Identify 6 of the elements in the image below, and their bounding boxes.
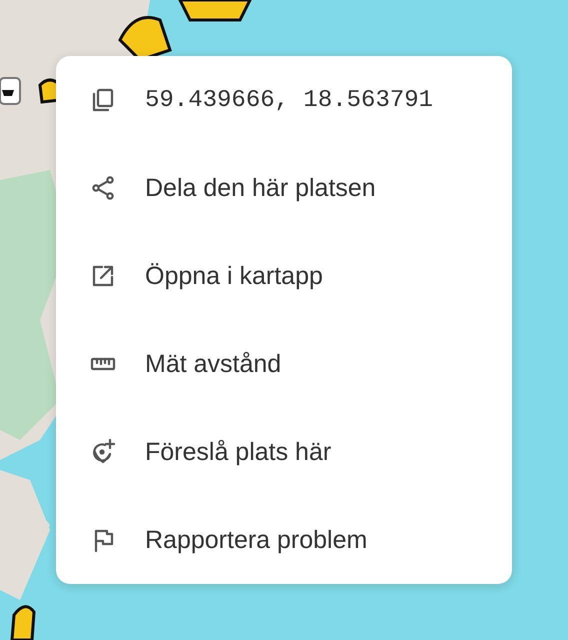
menu-item[interactable]: Mät avstånd [56,320,512,408]
menu-item[interactable]: Dela den här platsen [56,144,512,232]
menu-item[interactable]: Föreslå plats här [56,408,512,496]
menu-item[interactable]: 59.439666, 18.563791 [56,56,512,144]
menu-item[interactable]: Öppna i kartapp [56,232,512,320]
menu-item[interactable]: Rapportera problem [56,496,512,584]
